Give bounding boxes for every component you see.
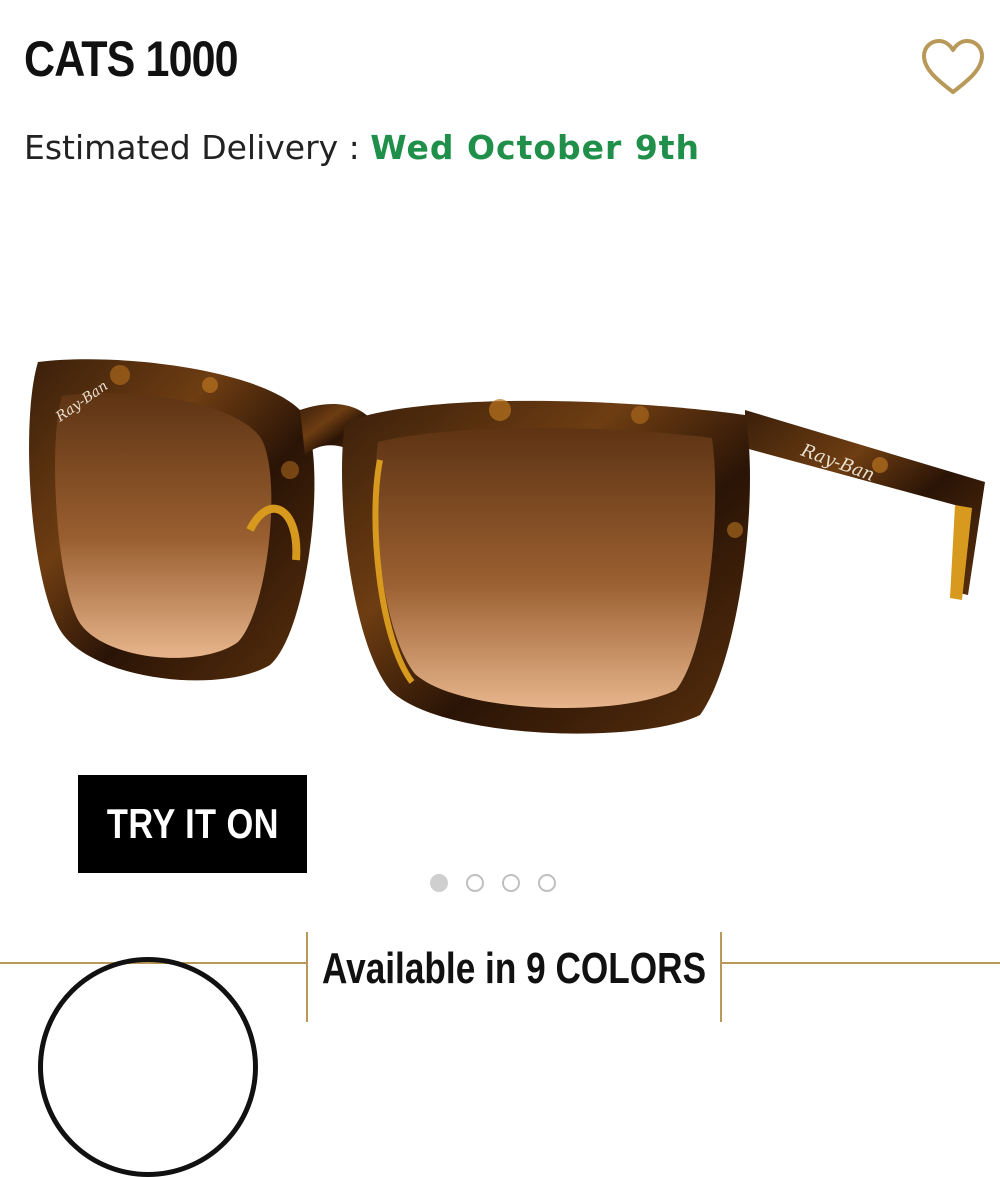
heart-outline-icon [922, 39, 984, 94]
carousel-dot-2[interactable] [466, 874, 484, 892]
sunglasses-illustration: Ray-Ban Ray-Ban [29, 359, 985, 734]
delivery-label: Estimated Delivery : [24, 128, 371, 167]
carousel-pagination [430, 874, 556, 892]
delivery-date: Wed October 9th [370, 128, 701, 167]
available-colors-heading: Available in 9 COLORS [306, 932, 722, 1022]
divider-right [722, 962, 1000, 964]
carousel-dot-1[interactable] [430, 874, 448, 892]
color-swatch-selected[interactable] [38, 957, 258, 1177]
estimated-delivery: Estimated Delivery : Wed October 9th [24, 128, 700, 167]
try-it-on-label: TRY IT ON [106, 800, 279, 847]
product-image[interactable]: Ray-Ban Ray-Ban [0, 330, 1000, 760]
favorite-button[interactable] [920, 38, 986, 96]
product-title: CATS 1000 [24, 31, 239, 87]
try-it-on-button[interactable]: TRY IT ON [78, 775, 307, 873]
carousel-dot-4[interactable] [538, 874, 556, 892]
carousel-dot-3[interactable] [502, 874, 520, 892]
available-colors-label: Available in 9 COLORS [321, 944, 707, 993]
